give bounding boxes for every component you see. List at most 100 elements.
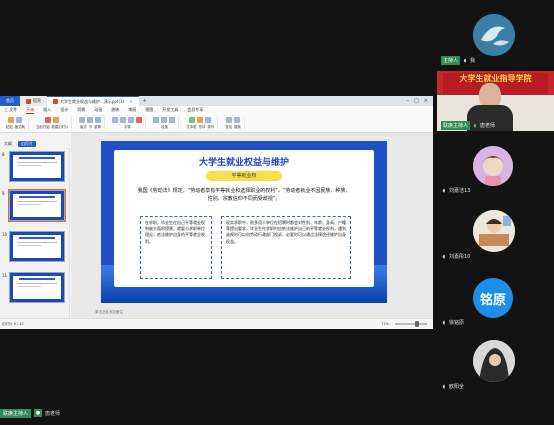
avatar: [473, 14, 515, 56]
section-icon[interactable]: [87, 117, 94, 123]
ribbon-group-edit: 查找 替换: [222, 117, 245, 129]
text-box-icon[interactable]: [189, 117, 196, 123]
align-left-icon[interactable]: [153, 117, 160, 123]
italic-icon[interactable]: [128, 117, 135, 123]
participant-name: 徐铭原: [449, 320, 465, 326]
menu-animation[interactable]: 动画: [94, 107, 102, 113]
tab-slides[interactable]: 幻灯片: [18, 141, 36, 147]
slide-thumbnail[interactable]: [9, 272, 65, 303]
co-host-badge: 联席主持人: [441, 121, 471, 130]
new-slide-icon[interactable]: [53, 117, 60, 123]
menu-view[interactable]: 视图: [145, 107, 153, 113]
menu-design[interactable]: 设计: [60, 107, 68, 113]
menu-home[interactable]: 开始: [26, 107, 35, 114]
menu-slideshow[interactable]: 放映: [111, 107, 119, 113]
align-center-icon[interactable]: [161, 117, 168, 123]
panel-tabs: 大纲 幻灯片: [4, 141, 36, 147]
tab-docer[interactable]: 稻壳: [20, 96, 47, 106]
mic-muted-icon: ◖: [442, 319, 446, 326]
arrange-icon[interactable]: [205, 117, 212, 123]
participant-tile[interactable]: ◖ 刘嘉洁13: [441, 144, 551, 196]
notes-area[interactable]: 单击此处添加备注: [71, 310, 433, 316]
participant-name: 唐老师: [480, 123, 496, 129]
participant-name: 刘嘉洁13: [449, 188, 471, 194]
layout-icon[interactable]: [79, 117, 86, 123]
reset-icon[interactable]: [95, 117, 102, 123]
avatar: 铭原: [473, 278, 513, 318]
tab-home-label: 首页: [6, 98, 14, 103]
avatar: [473, 210, 515, 252]
replace-icon[interactable]: [233, 117, 240, 123]
reset-label: 重置: [94, 125, 101, 129]
cartoon-avatar-icon: [473, 146, 513, 186]
menu-review[interactable]: 审阅: [128, 107, 136, 113]
participant-name: 欧阳全: [449, 384, 465, 390]
slide-thumbnail-selected[interactable]: [8, 189, 66, 222]
participant-tile-cohost: 联席主持人 ◖ 唐老师: [441, 121, 551, 131]
minimize-icon[interactable]: –: [407, 98, 410, 104]
mic-muted-icon: ◖: [442, 253, 446, 260]
font-color-icon[interactable]: [136, 117, 143, 123]
host-badge: 主持人: [441, 56, 461, 65]
participant-tile[interactable]: ◖ 刘嘉彤10: [441, 210, 551, 264]
menu-transition[interactable]: 切换: [77, 107, 85, 113]
tab-home[interactable]: 首页: [0, 96, 20, 106]
ribbon-group-layout: 版式节重置: [76, 117, 106, 129]
slide-thumbnail[interactable]: [9, 151, 65, 182]
menu-member[interactable]: 会员专享: [187, 107, 203, 113]
docer-icon: [26, 98, 31, 104]
tab-document[interactable]: 大学生就业权益与维护...演示ppt(1) ×: [47, 96, 139, 106]
menu-developer[interactable]: 开发工具: [162, 107, 178, 113]
menu-bar: 三 文件 开始 插入 设计 切换 动画 放映 审阅 视图 开发工具 会员专享: [0, 106, 433, 114]
participant-tile[interactable]: 铭原 ◖ 徐铭原: [441, 276, 551, 328]
status-bar: 幻灯片 9 / 42 71%: [0, 318, 433, 329]
new-tab-icon[interactable]: +: [139, 98, 151, 104]
paste-icon[interactable]: [8, 117, 15, 123]
format-painter-label: 格式刷: [14, 125, 25, 129]
close-tab-icon[interactable]: ×: [129, 99, 132, 104]
menu-file[interactable]: 三 文件: [4, 107, 17, 113]
bold-icon[interactable]: [120, 117, 127, 123]
ribbon-group-slides: 当前开始 新建幻灯片: [33, 117, 73, 129]
participant-name: 我: [470, 58, 476, 64]
text-box-label: 文本框: [186, 125, 197, 129]
maximize-icon[interactable]: □: [414, 98, 419, 104]
meeting-window: 首页 稻壳 大学生就业权益与维护...演示ppt(1) × + – □ × 三 文…: [0, 0, 554, 425]
participant-tile[interactable]: ◖ 欧阳全: [441, 340, 551, 394]
slide-counter: 幻灯片 9 / 42: [2, 321, 24, 326]
thumb-number: 9: [2, 191, 5, 196]
play-from-current-icon[interactable]: [45, 117, 52, 123]
bullets-icon[interactable]: [169, 117, 176, 123]
participant-label: ◖ 欧阳全: [441, 382, 464, 391]
mic-muted-icon: ◖: [463, 57, 467, 64]
mic-muted-icon: ◖: [442, 187, 446, 194]
shape-icon[interactable]: [197, 117, 204, 123]
dolphin-avatar-icon: [473, 14, 515, 56]
participant-name: 刘嘉彤10: [449, 254, 471, 260]
menu-insert[interactable]: 插入: [43, 107, 51, 113]
participant-label: 联席主持人 ◖ 唐老师: [441, 121, 495, 130]
participant-tile-host[interactable]: 主持人 ◖ 我: [441, 8, 551, 70]
thumb-number: 10: [2, 232, 8, 237]
mic-muted-icon: ◖: [442, 383, 446, 390]
tab-outline[interactable]: 大纲: [4, 141, 12, 147]
arrange-label: 排列: [207, 125, 215, 129]
microphone-icon[interactable]: ●: [34, 409, 43, 417]
format-painter-icon[interactable]: [16, 117, 23, 123]
ribbon-group-font: 字体: [109, 117, 147, 129]
slide-thumbnail[interactable]: [9, 231, 65, 262]
avatar: [473, 340, 515, 382]
current-slide[interactable]: 大学生就业权益与维护 平等就业权 我国《劳动法》规定，“劳动者享有平等就业和选择…: [101, 141, 387, 303]
font-icon[interactable]: [112, 117, 119, 123]
paste-label: 粘贴: [6, 125, 13, 129]
find-icon[interactable]: [225, 117, 232, 123]
slide-content-card: 大学生就业权益与维护 平等就业权 我国《劳动法》规定，“劳动者享有平等就业和选择…: [114, 150, 374, 287]
close-window-icon[interactable]: ×: [424, 98, 428, 104]
notes-placeholder: 单击此处添加备注: [95, 310, 123, 314]
zoom-slider[interactable]: [395, 321, 427, 327]
self-name: 唐老师: [45, 410, 61, 417]
self-status-bar: 联席主持人 ● 唐老师: [0, 408, 60, 418]
thumb-number: 8: [2, 152, 5, 157]
zoom-slider-knob[interactable]: [415, 321, 419, 327]
ribbon-group-clipboard: 粘贴 格式刷: [3, 117, 29, 129]
